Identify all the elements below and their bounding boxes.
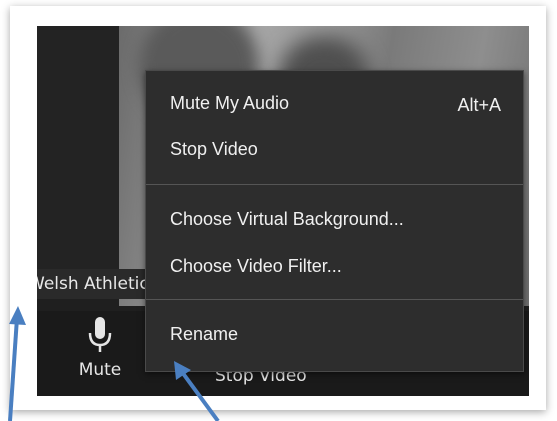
- arrow-icon: [8, 306, 26, 421]
- annotation-arrows: [8, 306, 220, 421]
- arrow-icon: [174, 361, 220, 421]
